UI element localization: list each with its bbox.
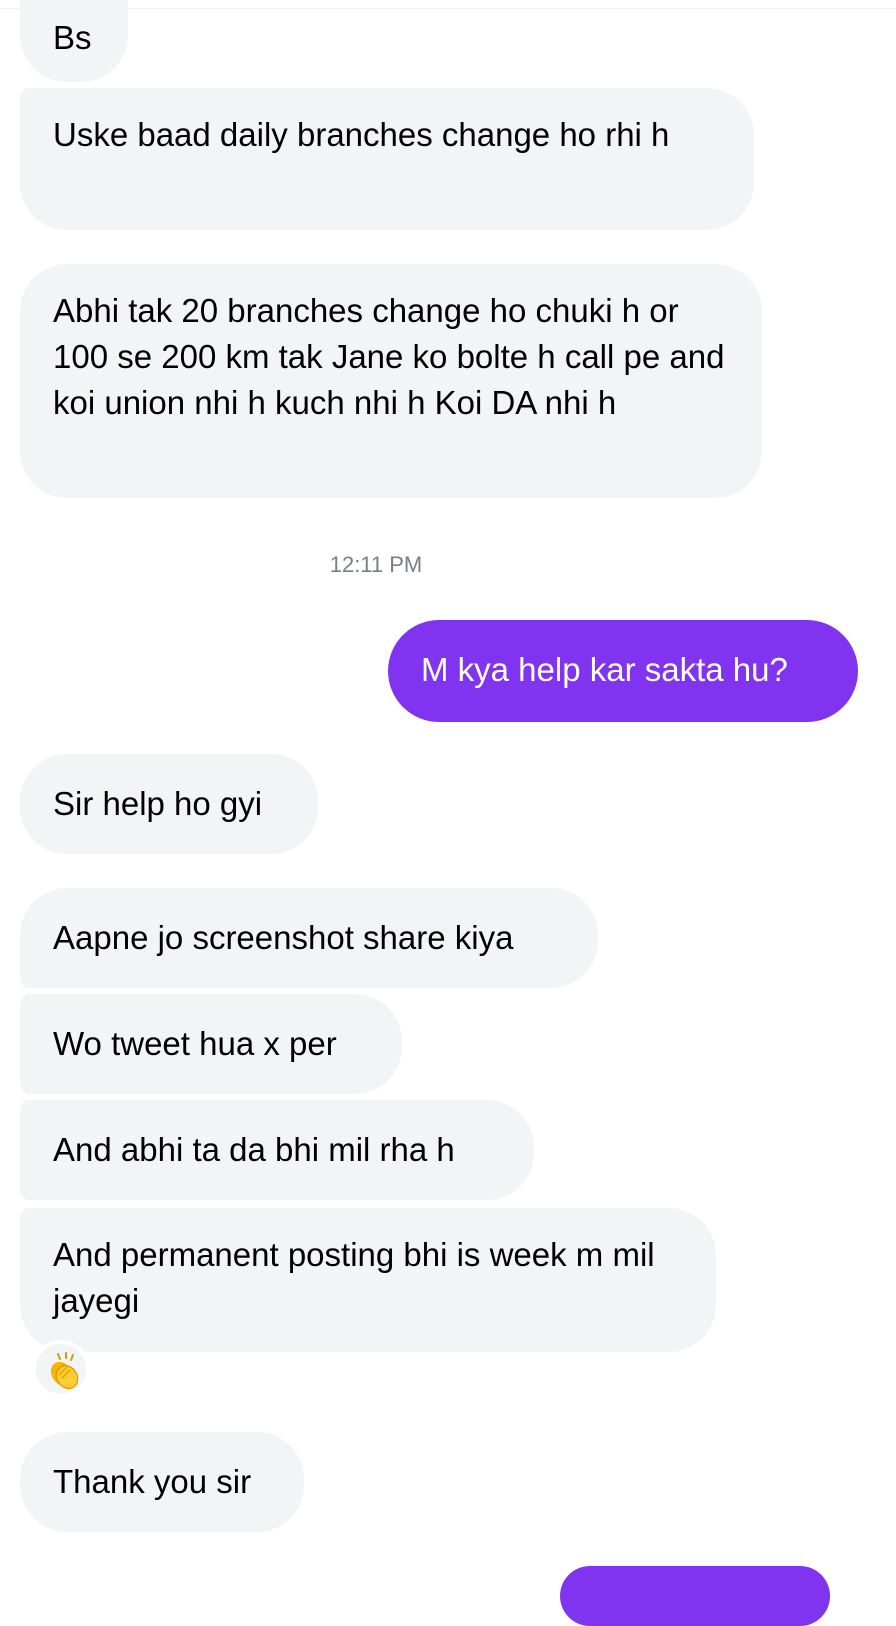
message-text: Wo tweet hua x per bbox=[53, 1025, 337, 1062]
message-text: Aapne jo screenshot share kiya bbox=[53, 919, 514, 956]
message-bubble-received[interactable]: Wo tweet hua x per bbox=[20, 994, 402, 1094]
message-bubble-sent[interactable]: M kya help kar sakta hu? bbox=[388, 620, 858, 722]
message-bubble-received[interactable]: Sir help ho gyi bbox=[20, 754, 318, 854]
message-text: Uske baad daily branches change ho rhi h bbox=[53, 116, 670, 153]
message-text: Abhi tak 20 branches change ho chuki h o… bbox=[53, 292, 725, 421]
message-bubble-sent-partial[interactable] bbox=[560, 1566, 830, 1626]
message-text: Thank you sir bbox=[53, 1463, 252, 1500]
message-text: And abhi ta da bhi mil rha h bbox=[53, 1131, 455, 1168]
message-text: And permanent posting bhi is week m mil … bbox=[53, 1236, 655, 1319]
message-bubble-received[interactable]: Uske baad daily branches change ho rhi h bbox=[20, 88, 754, 230]
message-text: M kya help kar sakta hu? bbox=[421, 651, 788, 688]
message-timestamp: 12:11 PM bbox=[329, 552, 423, 577]
message-bubble-received[interactable]: And permanent posting bhi is week m mil … bbox=[20, 1208, 716, 1352]
message-thread[interactable]: Bs Uske baad daily branches change ho rh… bbox=[0, 0, 896, 1626]
message-bubble-received[interactable]: And abhi ta da bhi mil rha h bbox=[20, 1100, 534, 1200]
message-bubble-received[interactable]: Thank you sir bbox=[20, 1432, 304, 1532]
message-bubble-received[interactable]: Abhi tak 20 branches change ho chuki h o… bbox=[20, 264, 762, 498]
message-text: Sir help ho gyi bbox=[53, 785, 263, 822]
message-reaction[interactable] bbox=[32, 1340, 90, 1398]
message-bubble-received[interactable]: Aapne jo screenshot share kiya bbox=[20, 888, 598, 988]
message-bubble-received[interactable]: Bs bbox=[20, 0, 128, 82]
clapping-hands-icon bbox=[50, 1352, 79, 1389]
message-text: Bs bbox=[53, 19, 92, 56]
